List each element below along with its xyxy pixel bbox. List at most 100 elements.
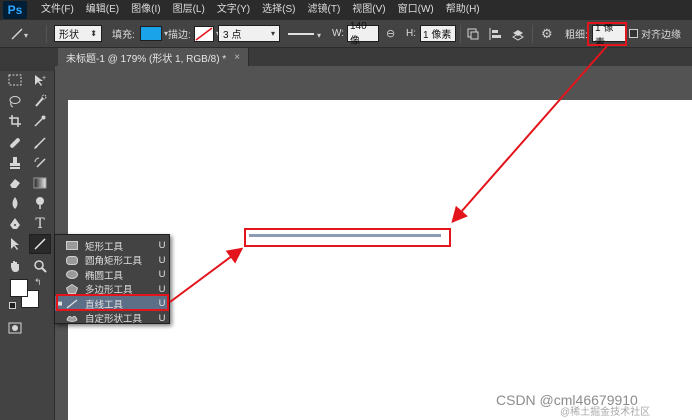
menu-filter[interactable]: 滤镜(T) bbox=[302, 0, 347, 20]
quick-mask-button[interactable] bbox=[4, 318, 26, 338]
watermark-subtext: @稀土掘金技术社区 bbox=[560, 407, 651, 418]
stroke-size-value: 3 点 bbox=[223, 30, 242, 41]
flyout-item-custom-shape[interactable]: 自定形状工具 U bbox=[55, 311, 169, 326]
menu-select[interactable]: 选择(S) bbox=[256, 0, 301, 20]
menu-window[interactable]: 窗口(W) bbox=[392, 0, 440, 20]
menu-view[interactable]: 视图(V) bbox=[346, 0, 391, 20]
document-tab-title: 未标题-1 @ 179% (形状 1, RGB/8) * bbox=[66, 53, 227, 65]
default-colors-icon[interactable] bbox=[9, 302, 16, 309]
fill-label: 填充: bbox=[112, 30, 135, 41]
height-label: H: bbox=[406, 28, 416, 39]
menu-image[interactable]: 图像(I) bbox=[125, 0, 166, 20]
line-tool-icon: ▾ bbox=[11, 28, 28, 40]
brush-tool[interactable] bbox=[29, 133, 51, 153]
tool-mode-value: 形状 bbox=[59, 30, 79, 41]
gradient-icon bbox=[33, 177, 47, 189]
flyout-item-label: 自定形状工具 bbox=[85, 314, 143, 325]
svg-text:+: + bbox=[42, 75, 46, 82]
hand-tool[interactable] bbox=[4, 256, 26, 276]
tool-preset-picker[interactable]: ▾ bbox=[8, 24, 30, 43]
chevron-down-icon: ⬍ bbox=[90, 29, 97, 38]
drop-icon bbox=[12, 197, 18, 209]
stroke-label: 描边: bbox=[168, 30, 191, 41]
align-edges-checkbox[interactable] bbox=[629, 29, 638, 38]
flyout-item-label: 圆角矩形工具 bbox=[85, 256, 143, 267]
bandage-icon bbox=[10, 138, 20, 148]
menu-bar: Ps 文件(F) 编辑(E) 图像(I) 图层(L) 文字(Y) 选择(S) 滤… bbox=[0, 0, 692, 20]
clone-stamp-tool[interactable] bbox=[4, 153, 26, 173]
eraser-tool[interactable] bbox=[4, 173, 26, 193]
marquee-tool[interactable] bbox=[4, 70, 26, 90]
swap-colors-icon[interactable]: ↰ bbox=[34, 277, 42, 288]
line-icon bbox=[34, 238, 46, 250]
close-icon[interactable]: × bbox=[234, 52, 240, 63]
menu-edit[interactable]: 编辑(E) bbox=[80, 0, 125, 20]
menu-layer[interactable]: 图层(L) bbox=[167, 0, 211, 20]
hand-icon bbox=[11, 261, 19, 272]
lasso-tool[interactable] bbox=[4, 91, 26, 111]
crop-tool[interactable] bbox=[4, 111, 26, 131]
menu-type[interactable]: 文字(Y) bbox=[211, 0, 256, 20]
crop-icon bbox=[9, 115, 21, 127]
height-field[interactable]: 1 像素 bbox=[420, 25, 456, 42]
document-tab-bar: 未标题-1 @ 179% (形状 1, RGB/8) * × bbox=[0, 48, 692, 66]
flyout-item-rectangle[interactable]: 矩形工具 U bbox=[55, 238, 169, 253]
flyout-item-shortcut: U bbox=[158, 283, 166, 295]
stroke-type-dropdown[interactable]: ▾ bbox=[286, 27, 324, 41]
gradient-tool[interactable] bbox=[29, 173, 51, 193]
chevron-down-icon: ▾ bbox=[270, 29, 275, 38]
quick-mask-icon bbox=[8, 322, 22, 334]
path-operations-icon[interactable] bbox=[466, 27, 480, 41]
foreground-color-swatch[interactable] bbox=[10, 279, 28, 297]
height-value: 1 像素 bbox=[423, 30, 452, 41]
blur-tool[interactable] bbox=[4, 193, 26, 213]
link-icon[interactable]: ⊖ bbox=[386, 27, 395, 40]
annotation-box-line bbox=[244, 228, 451, 247]
menu-file[interactable]: 文件(F) bbox=[35, 0, 80, 20]
history-brush-icon bbox=[34, 157, 46, 168]
menu-help[interactable]: 帮助(H) bbox=[440, 0, 486, 20]
pen-tool[interactable] bbox=[4, 214, 26, 234]
path-arrangement-icon[interactable] bbox=[510, 27, 526, 41]
stroke-none-swatch[interactable] bbox=[194, 25, 214, 42]
flyout-item-shortcut: U bbox=[158, 240, 166, 251]
line-tool[interactable] bbox=[29, 234, 51, 254]
annotation-box-weight bbox=[587, 22, 627, 46]
polygon-icon bbox=[65, 284, 79, 294]
brush-icon bbox=[34, 137, 46, 149]
fill-color-swatch[interactable] bbox=[140, 26, 162, 41]
quick-selection-tool[interactable] bbox=[29, 91, 51, 111]
flyout-item-rounded-rectangle[interactable]: 圆角矩形工具 U bbox=[55, 253, 169, 268]
width-field[interactable]: 140 像 bbox=[347, 21, 379, 47]
move-tool[interactable]: + bbox=[29, 70, 51, 90]
gear-icon[interactable]: ⚙ bbox=[541, 26, 553, 42]
stamp-icon bbox=[10, 157, 20, 169]
annotation-box-line-tool bbox=[56, 294, 169, 311]
flyout-item-ellipse[interactable]: 椭圆工具 U bbox=[55, 267, 169, 282]
stroke-size-field[interactable]: 3 点 ▾ bbox=[218, 25, 280, 42]
photoshop-logo: Ps bbox=[3, 1, 27, 19]
flyout-item-label: 椭圆工具 bbox=[85, 270, 124, 282]
width-value: 140 像 bbox=[350, 20, 367, 47]
path-alignment-icon[interactable] bbox=[488, 27, 502, 41]
width-label: W: bbox=[332, 28, 345, 39]
align-edges-label: 对齐边缘 bbox=[641, 30, 681, 41]
tool-mode-dropdown[interactable]: 形状 ⬍ bbox=[54, 25, 102, 42]
document-tab[interactable]: 未标题-1 @ 179% (形状 1, RGB/8) * × bbox=[58, 48, 250, 66]
eraser-icon bbox=[10, 179, 20, 188]
type-icon: T bbox=[35, 216, 45, 232]
lasso-icon bbox=[9, 96, 21, 108]
eyedropper-tool[interactable] bbox=[29, 111, 51, 131]
move-icon: + bbox=[35, 75, 46, 86]
rounded-rectangle-icon bbox=[65, 255, 79, 265]
zoom-tool[interactable] bbox=[29, 256, 51, 276]
flyout-item-label: 矩形工具 bbox=[85, 241, 124, 253]
healing-brush-tool[interactable] bbox=[4, 133, 26, 153]
type-tool[interactable]: T bbox=[29, 214, 51, 234]
rectangle-icon bbox=[65, 241, 79, 251]
dodge-tool[interactable] bbox=[29, 193, 51, 213]
history-brush-tool[interactable] bbox=[29, 153, 51, 173]
path-selection-tool[interactable] bbox=[4, 234, 26, 254]
svg-text:▾: ▾ bbox=[317, 31, 321, 40]
eyedropper-icon bbox=[34, 115, 46, 127]
